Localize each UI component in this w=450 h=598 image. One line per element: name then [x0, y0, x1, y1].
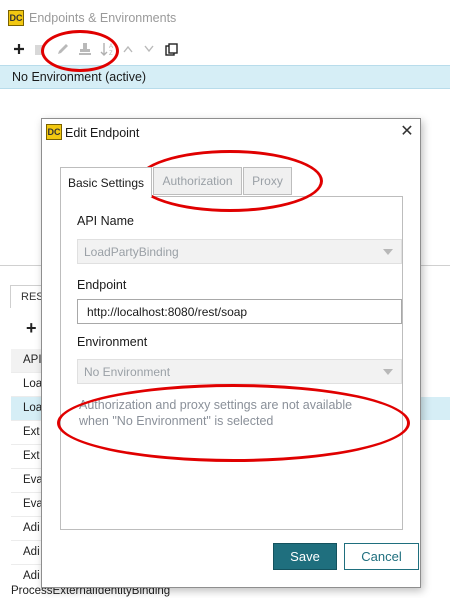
background-title-bar: DC Endpoints & Environments [0, 0, 450, 36]
edit-button[interactable] [54, 40, 72, 58]
chevron-down-icon [383, 249, 393, 255]
list-item-label: Eva [23, 498, 43, 510]
dialog-app-icon-text: DC [47, 127, 61, 137]
sort-az-icon: AZ [100, 43, 113, 56]
list-item-label: API [23, 354, 42, 366]
tab-authorization[interactable]: Authorization [153, 167, 242, 195]
plus-icon [14, 44, 24, 54]
list-item-label: Adi [23, 570, 40, 582]
cancel-button[interactable]: Cancel [344, 543, 419, 570]
svg-text:Z: Z [109, 51, 113, 56]
list-item-label: Adi [23, 546, 40, 558]
chevron-down-icon [383, 369, 393, 375]
api-name-label: API Name [77, 214, 134, 228]
stamp-icon [79, 43, 91, 55]
environment-value: No Environment [84, 365, 171, 379]
list-item-label: Loa [23, 378, 43, 390]
endpoint-label: Endpoint [77, 278, 127, 292]
tab-proxy[interactable]: Proxy [243, 167, 292, 195]
environment-select[interactable]: No Environment [77, 359, 402, 384]
list-item-label: Ext [23, 450, 40, 462]
list-item-label: Adi [23, 522, 40, 534]
chevron-up-icon [123, 45, 133, 53]
endpoint-input[interactable] [77, 299, 402, 324]
list-item-label: Loa [23, 402, 43, 414]
set-default-button[interactable] [76, 40, 94, 58]
tab-basic-settings[interactable]: Basic Settings [60, 167, 152, 197]
dialog-app-icon: DC [46, 124, 62, 140]
api-name-value: LoadPartyBinding [84, 245, 179, 259]
add-button[interactable] [11, 40, 27, 58]
close-icon[interactable]: ✕ [398, 123, 416, 141]
list-item-label: Ext [23, 426, 40, 438]
pencil-icon [58, 44, 68, 54]
environment-row-no-environment[interactable]: No Environment (active) [0, 65, 450, 89]
lower-add-button[interactable]: + [26, 318, 37, 339]
copy-icon [164, 42, 178, 56]
app-logo-icon: DC [8, 10, 24, 26]
trash-icon [35, 45, 43, 55]
list-item-label: Eva [23, 474, 43, 486]
environment-note-line-2: when "No Environment" is selected [79, 414, 274, 428]
environment-note-line-1: Authorization and proxy settings are not… [79, 398, 353, 412]
save-button[interactable]: Save [273, 543, 337, 570]
app-logo-text: DC [9, 13, 23, 23]
sort-button[interactable]: AZ [99, 40, 117, 58]
environment-label: Environment [77, 335, 148, 349]
move-up-button[interactable] [121, 40, 135, 58]
move-down-button[interactable] [142, 40, 156, 58]
selected-row-extension [418, 397, 450, 420]
api-name-select[interactable]: LoadPartyBinding [77, 239, 402, 264]
window-title: Endpoints & Environments [29, 11, 177, 25]
basic-settings-panel: API Name LoadPartyBinding Endpoint Envir… [60, 196, 403, 530]
chevron-down-icon [144, 45, 154, 53]
edit-endpoint-dialog: DC Edit Endpoint ✕ Basic Settings Author… [41, 118, 421, 588]
dialog-title: Edit Endpoint [65, 126, 140, 140]
svg-text:A: A [109, 44, 113, 50]
environment-row-label: No Environment (active) [12, 70, 147, 84]
copy-button[interactable] [163, 40, 179, 58]
environment-note: Authorization and proxy settings are not… [79, 397, 352, 429]
delete-button[interactable] [32, 40, 46, 58]
